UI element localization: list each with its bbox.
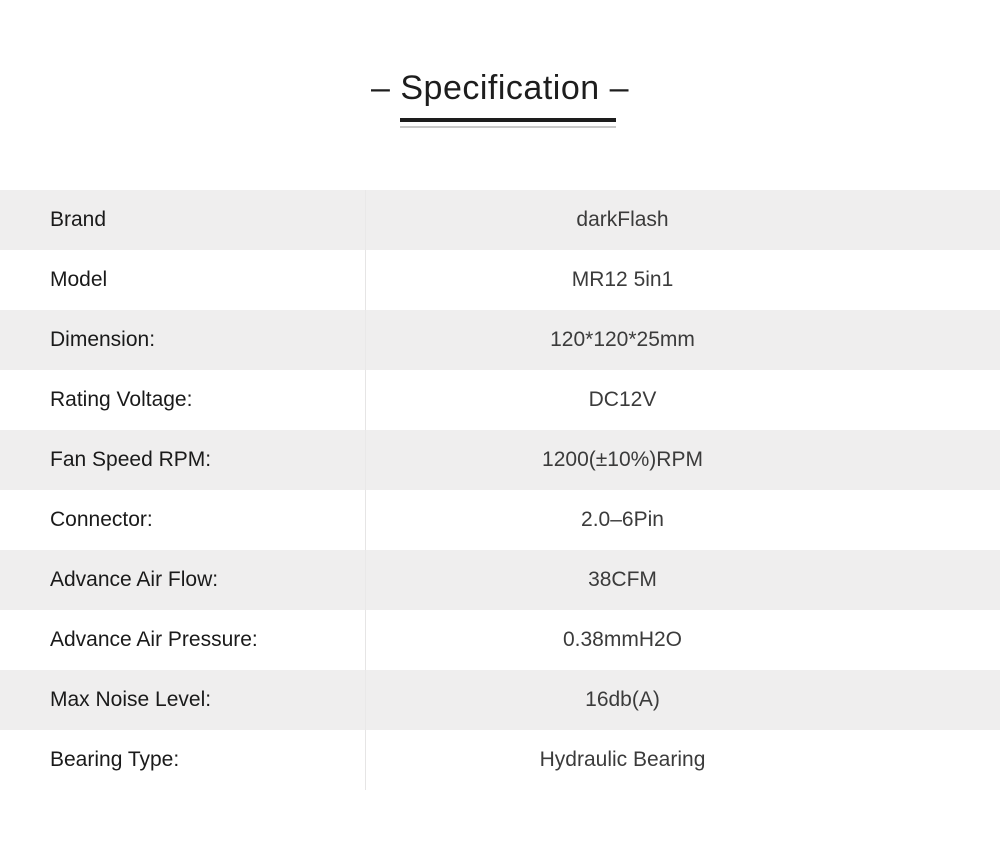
spec-label: Max Noise Level: xyxy=(50,688,212,711)
spec-value: DC12V xyxy=(588,388,657,411)
spec-value: Hydraulic Bearing xyxy=(539,748,706,771)
table-row: Advance Air Pressure: 0.38mmH2O xyxy=(0,610,1000,670)
specification-page: – Specification – Brand darkFlash Model MR1… xyxy=(0,0,1000,863)
table-row: Brand darkFlash xyxy=(0,190,1000,250)
spec-label: Rating Voltage: xyxy=(50,388,193,411)
spec-label: Advance Air Flow: xyxy=(50,568,219,591)
title-underline-thin xyxy=(400,126,616,128)
spec-value: 0.38mmH2O xyxy=(562,628,683,651)
spec-value: MR12 5in1 xyxy=(571,268,674,291)
spec-label: Fan Speed RPM: xyxy=(50,448,212,471)
table-row: Connector: 2.0–6Pin xyxy=(0,490,1000,550)
table-row: Rating Voltage: DC12V xyxy=(0,370,1000,430)
table-row: Max Noise Level: 16db(A) xyxy=(0,670,1000,730)
spec-label: Advance Air Pressure: xyxy=(50,628,258,651)
table-row: Dimension: 120*120*25mm xyxy=(0,310,1000,370)
page-title: – Specification – xyxy=(371,69,629,107)
spec-value: 16db(A) xyxy=(585,688,660,711)
spec-value: 2.0–6Pin xyxy=(581,508,664,531)
specification-table: Brand darkFlash Model MR12 5in1 Dimension: 12… xyxy=(0,190,1000,790)
spec-value: 120*120*25mm xyxy=(550,328,695,351)
table-row: Advance Air Flow: 38CFM xyxy=(0,550,1000,610)
spec-label: Model xyxy=(50,268,108,291)
spec-value: 1200(±10%)RPM xyxy=(542,448,703,471)
spec-value: 38CFM xyxy=(588,568,657,591)
table-row: Bearing Type: Hydraulic Bearing xyxy=(0,730,1000,790)
page-title-block: – Specification – xyxy=(0,66,1000,128)
spec-label: Bearing Type: xyxy=(50,748,180,771)
table-row: Fan Speed RPM: 1200(±10%)RPM xyxy=(0,430,1000,490)
spec-label: Connector: xyxy=(50,508,153,531)
spec-value: darkFlash xyxy=(576,208,669,231)
table-row: Model MR12 5in1 xyxy=(0,250,1000,310)
title-underline xyxy=(400,118,616,128)
spec-label: Dimension: xyxy=(50,328,156,351)
spec-label: Brand xyxy=(50,208,107,231)
title-underline-thick xyxy=(400,118,616,122)
